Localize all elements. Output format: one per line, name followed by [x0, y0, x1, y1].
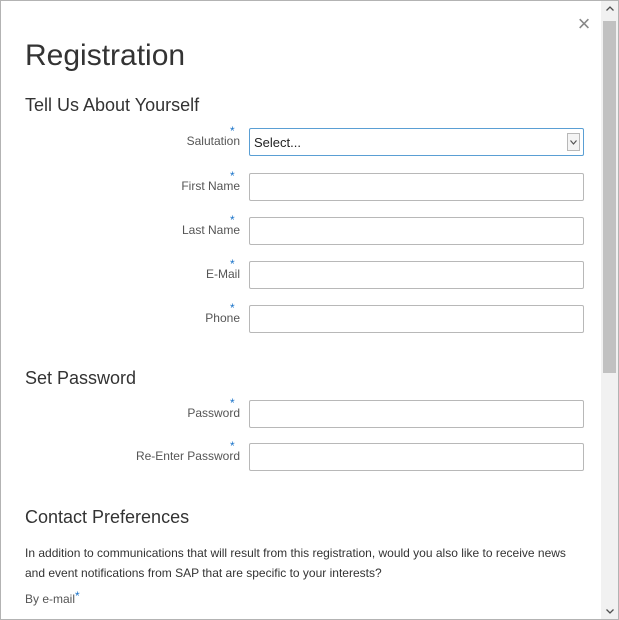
salutation-select-value: Select... [254, 135, 301, 150]
email-options-row [25, 616, 585, 619]
last-name-row: Last Name * [25, 213, 585, 245]
scroll-up-icon[interactable] [601, 1, 618, 18]
reenter-password-row: Re-Enter Password * [25, 439, 585, 471]
required-marker: * [230, 439, 235, 453]
required-marker: * [230, 257, 235, 271]
scroll-down-icon[interactable] [601, 604, 618, 619]
required-marker: * [230, 396, 235, 410]
phone-field[interactable] [249, 305, 584, 333]
email-row: E-Mail * [25, 257, 585, 289]
registration-dialog: × Registration Tell Us About Yourself Sa… [0, 0, 619, 620]
password-row: Password * [25, 396, 585, 428]
required-marker: * [75, 589, 80, 603]
required-marker: * [230, 124, 235, 138]
first-name-row: First Name * [25, 169, 585, 201]
required-marker: * [230, 169, 235, 183]
required-marker: * [230, 213, 235, 227]
salutation-row: Salutation * Select... [25, 124, 585, 156]
last-name-field[interactable] [249, 217, 584, 245]
dialog-title: Registration [25, 39, 186, 72]
required-marker: * [230, 301, 235, 315]
section-heading-about: Tell Us About Yourself [25, 95, 200, 115]
section-heading-contact: Contact Preferences [25, 507, 190, 527]
by-email-label: By e-mail* [25, 589, 80, 606]
contact-preferences-text: In addition to communications that will … [25, 546, 566, 580]
scrollbar-thumb[interactable] [603, 21, 616, 373]
reenter-password-field[interactable] [249, 443, 584, 471]
chevron-down-icon[interactable] [567, 133, 580, 151]
reenter-password-label: Re-Enter Password [135, 449, 240, 463]
first-name-field[interactable] [249, 173, 584, 201]
salutation-select[interactable]: Select... [249, 128, 584, 156]
by-email-label-text: By e-mail [25, 592, 76, 606]
scrollbar[interactable] [601, 1, 618, 619]
phone-row: Phone * [25, 301, 585, 333]
password-field[interactable] [249, 400, 584, 428]
close-icon[interactable]: × [573, 13, 595, 35]
email-field[interactable] [249, 261, 584, 289]
section-heading-password: Set Password [25, 368, 137, 388]
